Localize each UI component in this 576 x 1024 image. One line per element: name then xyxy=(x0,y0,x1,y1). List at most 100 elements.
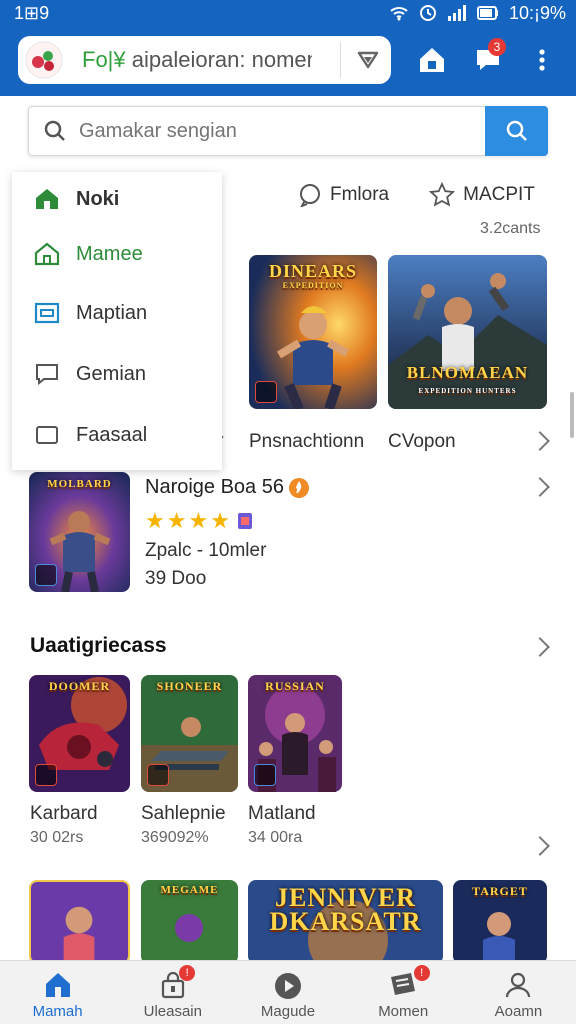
tab-fmlora[interactable]: Fmlora xyxy=(298,183,389,207)
game-art-image xyxy=(31,882,128,962)
game-art-title: BLNOMAEAN xyxy=(406,363,529,382)
shield-badge-icon xyxy=(237,513,252,529)
scrollbar[interactable] xyxy=(570,392,574,438)
search-bar xyxy=(28,106,548,156)
search-icon xyxy=(506,120,527,141)
app-bar: Fo|¥ aipaleioran: nomenl 3 xyxy=(0,26,576,96)
star-icon: ★ xyxy=(145,508,165,533)
game-meta: 369092% xyxy=(141,829,209,846)
nav-label: Aoamn xyxy=(494,1003,543,1020)
home-button[interactable] xyxy=(412,40,452,80)
window-icon xyxy=(34,302,60,324)
section-chevron-icon[interactable] xyxy=(530,637,550,657)
game-name: Matland xyxy=(248,803,316,824)
notifications-button[interactable]: 3 xyxy=(468,38,508,80)
shield-dropdown-button[interactable] xyxy=(356,48,380,77)
star-icon: ★ xyxy=(166,508,187,533)
game-card-sahlepnie[interactable]: SHONEER xyxy=(141,675,238,792)
row-chevron-icon[interactable] xyxy=(530,431,550,451)
game-art-title: MEGAME xyxy=(160,884,219,896)
featured-game-art[interactable]: MOLBARD xyxy=(29,472,130,592)
square-icon xyxy=(36,426,58,444)
more-menu-button[interactable] xyxy=(522,40,562,80)
game-card-bottom-1[interactable] xyxy=(29,880,130,964)
drawer-item-mamee[interactable]: Mamee xyxy=(34,234,143,274)
game-art-subtitle: EXPEDITION xyxy=(282,281,344,290)
search-button[interactable] xyxy=(485,106,548,156)
status-left: 1⊞9 xyxy=(14,2,50,23)
status-icons: 10:¡9% xyxy=(389,3,566,24)
search-input[interactable] xyxy=(79,119,479,143)
game-art-title: DINEARS xyxy=(268,261,358,281)
game-art-title: RUSSIAN xyxy=(265,679,325,693)
game-card-dinears[interactable]: DINEARS EXPEDITION xyxy=(249,255,377,409)
featured-meta-2: 39 Doo xyxy=(145,568,207,589)
home-icon xyxy=(420,48,444,72)
nav-badge: ! xyxy=(413,965,430,981)
game-art-title: JENNIVER DKARSATR xyxy=(269,883,422,936)
nav-item-home[interactable]: Mamah xyxy=(0,961,115,1024)
game-meta: 30 02rs xyxy=(30,829,84,846)
more-vert-icon xyxy=(539,49,545,71)
address-text: Fo|¥ aipaleioran: nomenl xyxy=(82,47,312,73)
drawer-item-label: Gemian xyxy=(76,362,147,385)
game-art-image xyxy=(388,255,547,409)
nav-item-momen[interactable]: ! Momen xyxy=(346,961,461,1024)
nav-label: Mamah xyxy=(32,1003,83,1020)
status-bar: 1⊞9 10:¡9% xyxy=(0,0,576,26)
game-meta: 34 00ra xyxy=(248,829,303,846)
nav-item-account[interactable]: Aoamn xyxy=(461,961,576,1024)
drawer-item-label: Noki xyxy=(76,187,120,210)
star-icon xyxy=(429,182,456,207)
address-bar[interactable]: Fo|¥ aipaleioran: nomenl xyxy=(18,36,391,84)
alarm-icon xyxy=(419,5,436,21)
tab-macpit[interactable]: MACPIT xyxy=(429,182,535,208)
game-card-bottom-3[interactable]: JENNIVER DKARSATR xyxy=(248,880,443,964)
home-icon xyxy=(34,242,60,266)
drawer-item-label: Mamee xyxy=(76,242,143,265)
game-card-blnomaean[interactable]: BLNOMAEAN EXPEDITION HUNTERS xyxy=(388,255,547,409)
game-art-title: MOLBARD xyxy=(47,478,112,490)
tab-label: MACPIT xyxy=(463,184,535,205)
address-path: aipaleioran: nomenl xyxy=(125,47,312,72)
game-card-matland[interactable]: RUSSIAN xyxy=(248,675,342,792)
game-card-bottom-4[interactable]: TARGET xyxy=(453,880,547,964)
row-chevron-icon[interactable] xyxy=(530,836,550,856)
game-badge-icon xyxy=(35,764,57,786)
drawer-item-noki[interactable]: Noki xyxy=(34,179,119,219)
battery-icon xyxy=(476,6,498,20)
game-card-karbard[interactable]: DOOMER xyxy=(29,675,130,792)
drawer-item-maptian[interactable]: Maptian xyxy=(34,293,147,333)
featured-chevron-icon[interactable] xyxy=(530,477,550,497)
bottom-nav: Mamah ! Uleasain Magude ! Momen Aoamn xyxy=(0,960,576,1024)
chat-icon xyxy=(36,364,58,386)
star-icon: ★ xyxy=(210,508,230,533)
nav-item-uleasain[interactable]: ! Uleasain xyxy=(115,961,230,1024)
game-name: Karbard xyxy=(30,803,98,824)
game-badge-icon xyxy=(255,381,277,403)
nav-item-magude[interactable]: Magude xyxy=(230,961,345,1024)
drawer-item-faasaal[interactable]: Faasaal xyxy=(34,415,147,455)
featured-rating: ★ ★ ★ ★ xyxy=(145,508,254,534)
featured-title: Naroige Boa 56 xyxy=(145,476,284,498)
chat-bubble-icon xyxy=(300,184,320,207)
home-icon xyxy=(36,189,58,209)
user-icon xyxy=(506,972,531,998)
game-caption: Pnsnachtionn xyxy=(249,431,365,452)
status-time: 10:¡9% xyxy=(508,2,566,23)
home-icon xyxy=(45,973,70,997)
game-card-bottom-2[interactable]: MEGAME xyxy=(141,880,238,964)
nav-badge: ! xyxy=(179,965,196,981)
tab-subtext: 3.2cants xyxy=(480,220,541,237)
star-icon: ★ xyxy=(188,508,209,533)
nav-drawer: Noki Mamee Maptian Gemian Faasaal xyxy=(12,172,222,470)
address-domain: Fo|¥ xyxy=(82,47,126,72)
wifi-icon xyxy=(390,7,408,21)
featured-title-row[interactable]: Naroige Boa 56 xyxy=(145,476,310,499)
nav-label: Magude xyxy=(260,1003,316,1020)
signal-icon xyxy=(447,5,466,21)
tab-label: Fmlora xyxy=(330,184,390,205)
game-badge-icon xyxy=(35,564,57,586)
drawer-item-gemian[interactable]: Gemian xyxy=(34,354,146,394)
game-caption: CVopon xyxy=(388,431,456,452)
